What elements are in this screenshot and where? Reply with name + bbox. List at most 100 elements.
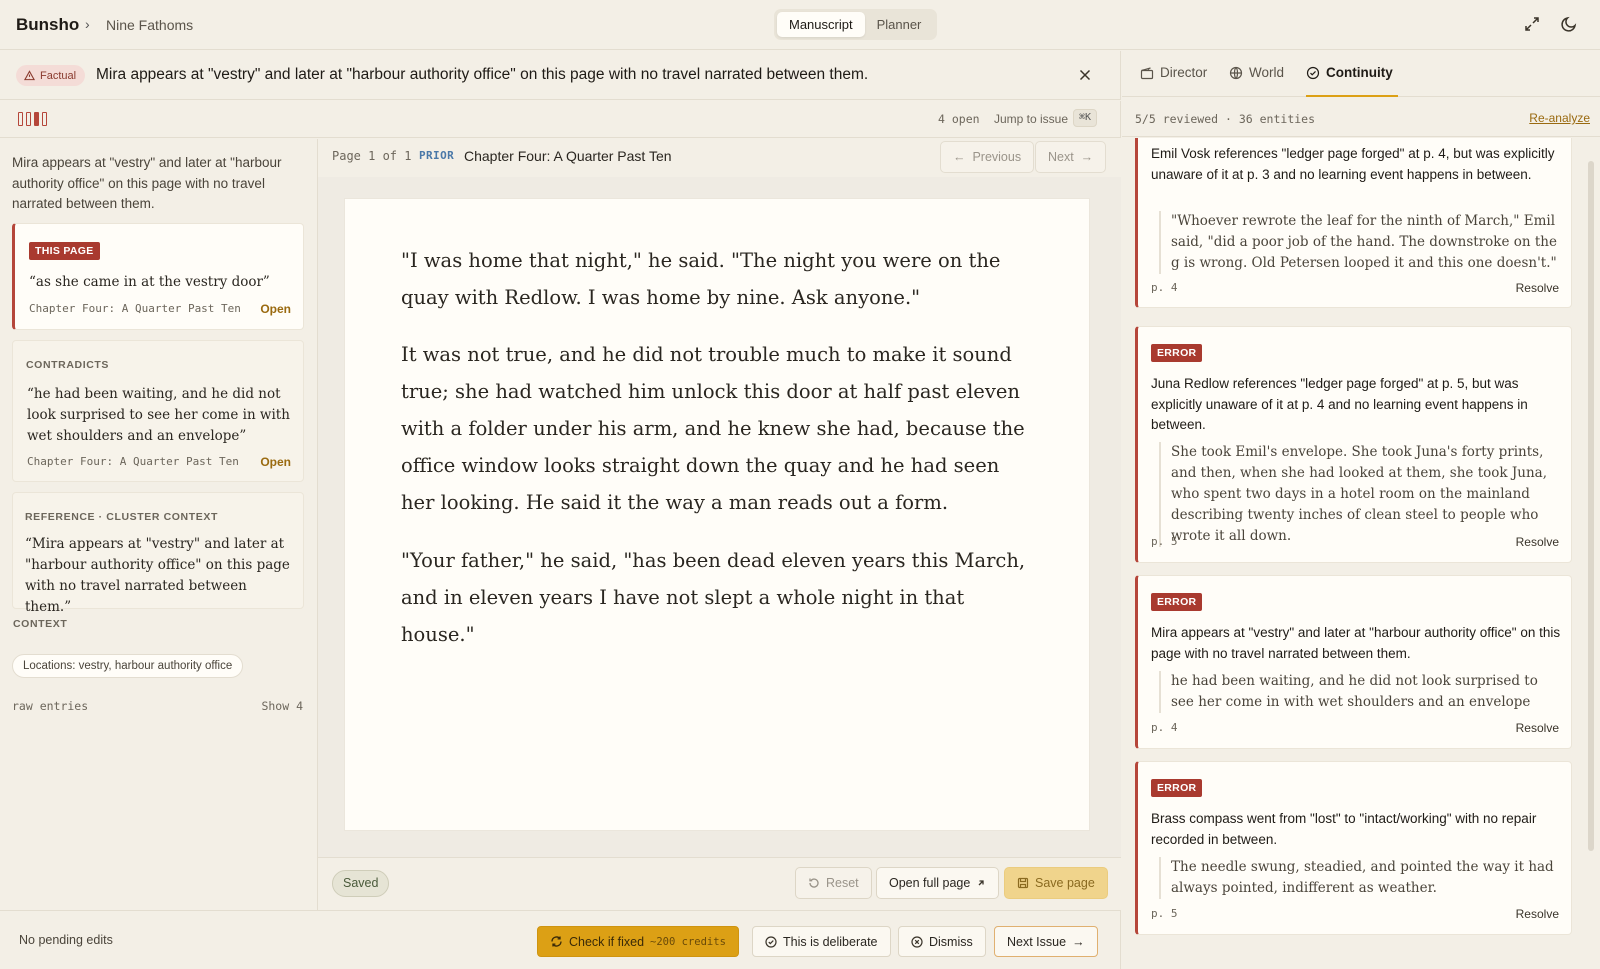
check-circle-icon [765,935,777,948]
resolve-button[interactable]: Resolve [1516,281,1559,295]
issue-toolbar: 4 open Jump to issue ⌘K [0,101,1121,138]
close-icon[interactable] [1077,67,1093,83]
issue-title: Mira appears at "vestry" and later at "h… [1151,625,1561,661]
jump-shortcut: ⌘K [1073,109,1098,127]
contradicts-label: CONTRADICTS [26,359,110,371]
active-tab-indicator [1306,95,1398,97]
saved-status: Saved [332,870,390,897]
review-summary: 5/5 reviewed · 36 entities Re-analyze [1122,98,1600,137]
save-page-button[interactable]: Save page [1004,867,1108,899]
next-issue-label: Next Issue [1007,934,1067,949]
issue-page: p. 4 [1151,721,1178,734]
tab-manuscript[interactable]: Manuscript [777,12,865,37]
issue-title: Brass compass went from "lost" to "intac… [1151,811,1537,847]
resolve-button[interactable]: Resolve [1516,907,1559,921]
mark-deliberate-button[interactable]: This is deliberate [752,926,891,957]
next-issue-button[interactable]: Next Issue → [994,926,1098,957]
contradicts-chapter: Chapter Four: A Quarter Past Ten [27,455,239,468]
reset-label: Reset [826,876,859,890]
open-issue-count: 4 open [938,112,980,126]
show-raw-entries-button[interactable]: Show 4 [261,699,303,713]
issue-card[interactable]: ERROR Mira appears at "vestry" and later… [1135,575,1572,749]
reviewed-count: 5/5 reviewed · 36 entities [1135,112,1316,126]
breadcrumb-project[interactable]: Nine Fathoms [106,17,193,33]
reference-quote: “Mira appears at "vestry" and later at "… [25,536,290,615]
issue-card[interactable]: Emil Vosk references "ledger page forged… [1135,138,1572,308]
issue-quote: he had been waiting, and he did not look… [1159,671,1559,713]
issue-quote: The needle swung, steadied, and pointed … [1159,857,1559,899]
contradicts-quote: “he had been waiting, and he did not loo… [27,386,290,444]
warning-icon [24,70,35,81]
expand-icon[interactable] [1523,15,1541,33]
globe-icon [1229,66,1243,79]
mode-switcher: Manuscript Planner [774,9,937,40]
issue-card[interactable]: ERROR Brass compass went from "lost" to … [1135,761,1572,935]
editor-footer: Saved Reset Open full page Save page [318,857,1121,910]
this-page-quote: “as she came in at the vestry door” [29,274,270,290]
dismiss-button[interactable]: Dismiss [898,926,986,957]
next-page-button[interactable]: Next → [1035,141,1107,173]
reference-label: REFERENCE · CLUSTER CONTEXT [25,511,218,523]
issue-card[interactable]: ERROR Juna Redlow references "ledger pag… [1135,326,1572,563]
breadcrumb-separator: › [85,16,90,32]
raw-entries-label: raw entries [12,699,89,713]
arrow-left-icon: ← [953,150,966,164]
issue-quote: She took Emil's envelope. She took Juna'… [1159,442,1559,547]
manuscript-paragraph[interactable]: "I was home that night," he said. "The n… [401,242,1033,316]
issue-quote: "Whoever rewrote the leaf for the ninth … [1159,211,1559,274]
contradicts-card: CONTRADICTS “he had been waiting, and he… [12,340,304,482]
x-circle-icon [911,935,923,948]
manuscript-page[interactable]: "I was home that night," he said. "The n… [345,199,1089,830]
issue-message: Mira appears at "vestry" and later at "h… [96,66,869,83]
tab-planner[interactable]: Planner [865,12,934,37]
category-badge: Factual [16,65,86,86]
issue-action-bar: No pending edits Check if fixed ~200 cre… [0,910,1121,969]
issue-progress-icon[interactable] [18,112,47,126]
issue-page: p. 4 [1151,281,1178,294]
this-page-chapter: Chapter Four: A Quarter Past Ten [29,302,241,315]
tab-continuity[interactable]: Continuity [1306,65,1393,80]
editor-header: Page 1 of 1 PRIOR Chapter Four: A Quarte… [318,139,1121,177]
reset-button[interactable]: Reset [795,867,872,899]
manuscript-paragraph[interactable]: "Your father," he said, "has been dead e… [401,542,1033,653]
category-label: Factual [40,69,77,82]
page-indicator: Page 1 of 1 [332,149,412,163]
open-this-page-link[interactable]: Open [260,302,291,316]
check-if-fixed-label: Check if fixed [569,934,645,949]
previous-button[interactable]: ← Previous [940,141,1035,173]
resolve-button[interactable]: Resolve [1516,535,1559,549]
arrow-right-icon: → [1072,934,1085,949]
issue-title: Emil Vosk references "ledger page forged… [1151,146,1555,182]
external-link-icon [978,880,984,886]
top-bar: Bunsho › Nine Fathoms Manuscript Planner [0,0,1600,50]
this-page-badge: THIS PAGE [29,242,100,260]
right-panel: Director World Continuity 5/5 reviewed ·… [1122,51,1600,969]
check-if-fixed-button[interactable]: Check if fixed ~200 credits [537,926,739,957]
jump-to-issue-label[interactable]: Jump to issue [994,112,1068,126]
panel-tabs: Director World Continuity [1122,51,1600,97]
prior-tag: PRIOR [419,149,455,162]
re-analyze-button[interactable]: Re-analyze [1529,111,1590,125]
issue-context-panel: Mira appears at "vestry" and later at "h… [0,139,318,910]
resolve-button[interactable]: Resolve [1516,721,1559,735]
continuity-issue-list[interactable]: Emil Vosk references "ledger page forged… [1122,138,1600,969]
pending-edits-status: No pending edits [19,933,113,947]
this-page-card: THIS PAGE “as she came in at the vestry … [12,223,304,330]
error-badge: ERROR [1151,593,1203,611]
issue-list-scrollbar[interactable] [1588,161,1594,851]
issue-banner: Factual Mira appears at "vestry" and lat… [0,51,1121,100]
open-full-page-button[interactable]: Open full page [876,867,1000,899]
issue-page: p. 5 [1151,535,1178,548]
tab-world[interactable]: World [1229,65,1284,80]
check-circle-icon [1306,66,1320,79]
reference-card: REFERENCE · CLUSTER CONTEXT “Mira appear… [12,492,304,615]
tab-world-label: World [1249,65,1285,80]
dark-mode-icon[interactable] [1560,15,1578,33]
credits-cost: ~200 credits [650,935,726,948]
app-brand[interactable]: Bunsho [16,15,79,35]
open-contradicts-link[interactable]: Open [260,455,291,469]
manuscript-paragraph[interactable]: It was not true, and he did not trouble … [401,336,1033,521]
issue-title: Juna Redlow references "ledger page forg… [1151,376,1528,432]
locations-chip[interactable]: Locations: vestry, harbour authority off… [12,654,244,678]
tab-director[interactable]: Director [1140,65,1207,80]
